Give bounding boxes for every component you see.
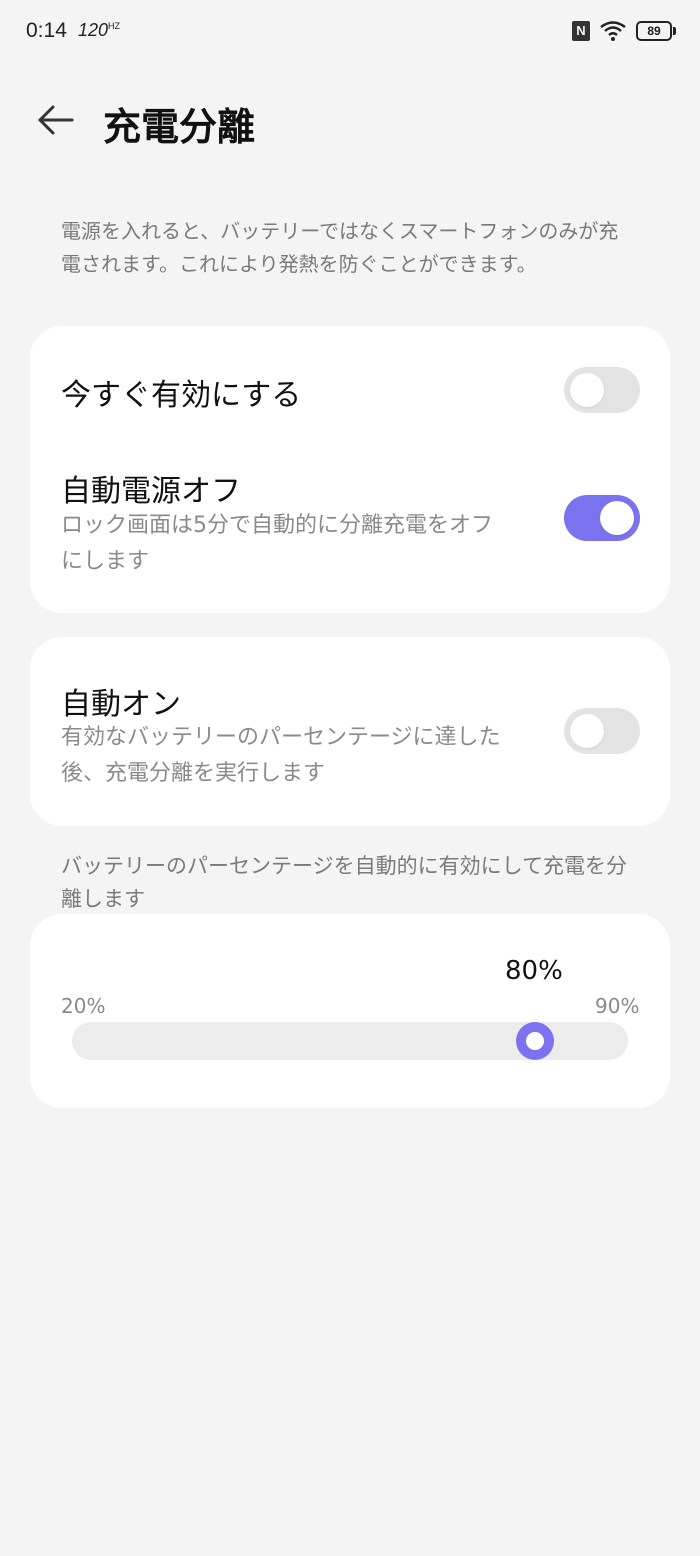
- nfc-icon: N: [572, 21, 590, 41]
- auto-power-off-description: ロック画面は5分で自動的に分離充電をオフにします: [61, 513, 493, 574]
- arrow-left-icon[interactable]: [34, 98, 78, 142]
- slider-max-label: 90%: [595, 994, 640, 1018]
- slider-value-label: 80%: [505, 956, 563, 986]
- status-time: 0:14: [26, 19, 67, 42]
- slider-min-label: 20%: [61, 994, 106, 1018]
- auto-power-off-label: 自動電源オフ: [61, 474, 241, 509]
- slider-thumb[interactable]: [516, 1022, 554, 1060]
- battery-threshold-card: 80% 20% 90%: [30, 914, 670, 1108]
- auto-on-label: 自動オン: [61, 687, 181, 722]
- page-title: 充電分離: [103, 105, 256, 149]
- auto-on-description: 有効なバッテリーのパーセンテージに達した後、充電分離を実行します: [61, 725, 501, 786]
- settings-card-main: 今すぐ有効にする 自動電源オフ ロック画面は5分で自動的に分離充電をオフにします: [30, 326, 670, 613]
- enable-now-toggle[interactable]: [564, 367, 640, 413]
- toggle-knob: [570, 714, 604, 748]
- section-note: バッテリーのパーセンテージを自動的に有効にして充電を分離します: [61, 854, 627, 911]
- feature-description: 電源を入れると、バッテリーではなくスマートフォンのみが充電されます。これにより発…: [61, 219, 619, 276]
- enable-now-label: 今すぐ有効にする: [61, 378, 302, 413]
- toggle-knob: [600, 501, 634, 535]
- settings-card-auto-on: 自動オン 有効なバッテリーのパーセンテージに達した後、充電分離を実行します: [30, 637, 670, 826]
- refresh-rate: 120HZ: [78, 20, 121, 40]
- auto-on-toggle[interactable]: [564, 708, 640, 754]
- status-bar: 0:14 120HZ N 89: [0, 0, 700, 64]
- toggle-knob: [570, 373, 604, 407]
- wifi-icon: [600, 21, 626, 41]
- auto-power-off-toggle[interactable]: [564, 495, 640, 541]
- battery-icon: 89: [636, 21, 676, 41]
- status-icons: N 89: [572, 20, 676, 42]
